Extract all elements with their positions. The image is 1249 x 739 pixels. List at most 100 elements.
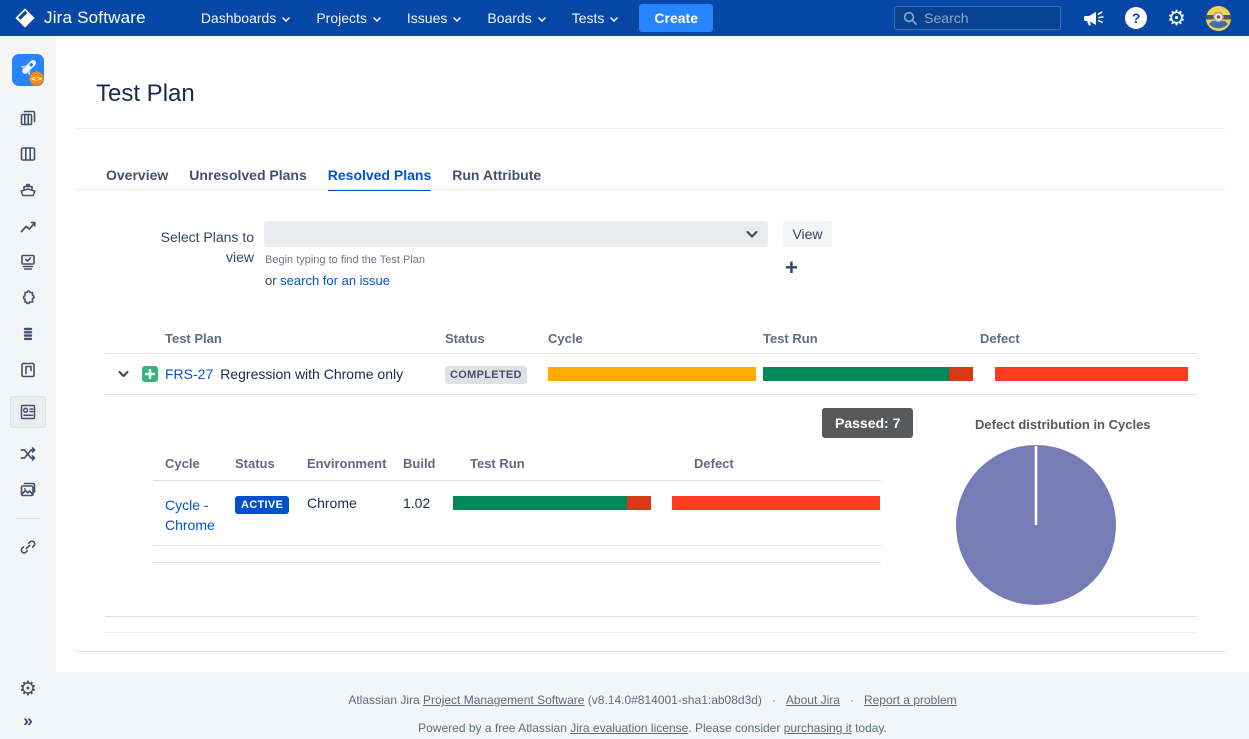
sidebar-item-board[interactable]: [10, 144, 46, 164]
sidebar-item-addons[interactable]: [10, 288, 46, 308]
announcements-button[interactable]: [1081, 7, 1105, 29]
pie-chart-title: Defect distribution in Cycles: [975, 417, 1151, 432]
bar-segment-open: [672, 496, 880, 510]
page-footer: Atlassian Jira Project Management Softwa…: [56, 672, 1249, 739]
sidebar-item-structure[interactable]: [10, 324, 46, 344]
test-plan-select[interactable]: [264, 221, 768, 247]
bar-segment-open: [995, 367, 1188, 381]
expanded-plan-panel: Passed: 7 Defect distribution in Cycles …: [105, 395, 1197, 617]
defect-progress-bar[interactable]: [995, 367, 1188, 381]
cycle-progress-bar[interactable]: [548, 367, 756, 381]
defect-distribution-pie[interactable]: [956, 445, 1116, 605]
col-build: Build: [403, 456, 453, 471]
col-environment: Environment: [307, 456, 403, 471]
test-plan-issue-icon: [142, 366, 158, 382]
page-title: Test Plan: [96, 80, 195, 108]
main-content: Test Plan Overview Unresolved Plans Reso…: [56, 36, 1249, 739]
cycle-test-run-bar[interactable]: [453, 496, 651, 510]
search-icon: [903, 11, 917, 25]
title-divider: [75, 128, 1225, 129]
puzzle-icon: [18, 288, 38, 308]
cycles-table: Cycle Status Environment Build Test Run …: [153, 456, 881, 563]
search-input[interactable]: [924, 10, 1052, 26]
chevron-down-icon: [453, 17, 461, 22]
backlog-icon: [18, 108, 38, 128]
col-status: Status: [235, 456, 307, 471]
admin-settings-button[interactable]: ⚙: [1167, 8, 1186, 29]
plan-row: FRS-27 Regression with Chrome only COMPL…: [105, 354, 1197, 395]
contact-card-icon: [18, 402, 38, 422]
sidebar-item-backlog[interactable]: [10, 108, 46, 128]
purchasing-link[interactable]: purchasing it: [784, 721, 852, 735]
project-avatar[interactable]: <>: [12, 54, 44, 86]
bar-segment-failed: [949, 367, 973, 381]
board-columns-icon: [18, 144, 38, 164]
footer-line-1: Atlassian Jira Project Management Softwa…: [56, 693, 1249, 707]
tab-run-attribute[interactable]: Run Attribute: [452, 167, 541, 191]
chevron-down-icon: [610, 17, 618, 22]
environment-value: Chrome: [307, 495, 403, 511]
add-plan-button[interactable]: +: [785, 257, 798, 279]
megaphone-icon: [1081, 7, 1105, 29]
sidebar-item-link[interactable]: [10, 537, 46, 557]
avatar-minion-icon: [1206, 6, 1231, 31]
search-for-issue-link[interactable]: search for an issue: [280, 273, 390, 288]
col-cycle: Cycle: [153, 456, 235, 471]
cycle-link[interactable]: Cycle - Chrome: [165, 495, 225, 535]
rocket-project-icon: <>: [12, 54, 44, 86]
gear-icon: ⚙: [1167, 8, 1186, 29]
shuffle-icon: [18, 444, 38, 464]
sidebar-divider: [15, 518, 41, 519]
chevron-down-icon: [538, 17, 546, 22]
col-test-plan: Test Plan: [105, 331, 445, 346]
search-box: [894, 6, 1061, 30]
col-defect: Defect: [980, 331, 1197, 346]
test-run-progress-bar[interactable]: [763, 367, 973, 381]
sidebar-item-shuffle[interactable]: [10, 444, 46, 464]
nav-tests[interactable]: Tests: [559, 0, 632, 36]
help-button[interactable]: ?: [1125, 7, 1147, 29]
tab-overview[interactable]: Overview: [106, 167, 168, 191]
plans-table-header: Test Plan Status Cycle Test Run Defect: [105, 325, 1197, 354]
nav-boards[interactable]: Boards: [474, 0, 558, 36]
bar-segment-passed: [763, 367, 949, 381]
create-button[interactable]: Create: [639, 4, 713, 32]
tab-resolved-plans[interactable]: Resolved Plans: [328, 167, 432, 191]
bar-segment-failed: [627, 496, 651, 510]
line-chart-icon: [18, 216, 38, 236]
issue-key-link[interactable]: FRS-27: [165, 366, 213, 382]
evaluation-license-link[interactable]: Jira evaluation license: [570, 721, 688, 735]
project-settings-gear-icon[interactable]: ⚙: [19, 678, 37, 698]
nav-projects[interactable]: Projects: [303, 0, 394, 36]
monitor-check-icon: [18, 252, 38, 272]
dot-separator: ·: [850, 693, 854, 707]
plans-table: Test Plan Status Cycle Test Run Defect F…: [105, 325, 1197, 633]
user-avatar[interactable]: [1206, 6, 1231, 31]
sidebar-item-pages[interactable]: [10, 360, 46, 380]
sidebar-item-reports[interactable]: [10, 216, 46, 236]
sidebar-item-test-plan-board[interactable]: [10, 396, 46, 428]
col-test-run: Test Run: [763, 331, 980, 346]
link-icon: [18, 537, 38, 557]
chevron-down-icon: [373, 17, 381, 22]
report-problem-link[interactable]: Report a problem: [864, 693, 957, 707]
row-expander-chevron[interactable]: [118, 371, 135, 378]
view-button[interactable]: View: [783, 221, 832, 247]
passed-tooltip: Passed: 7: [822, 408, 913, 438]
nav-dashboards[interactable]: Dashboards: [188, 0, 304, 36]
cycle-defect-bar[interactable]: [672, 496, 880, 510]
collapse-sidebar-icon[interactable]: »: [23, 712, 32, 729]
about-jira-link[interactable]: About Jira: [786, 693, 840, 707]
col-defect: Defect: [672, 456, 881, 471]
jira-logo[interactable]: Jira Software: [14, 7, 146, 29]
sidebar-item-media[interactable]: [10, 480, 46, 500]
tab-unresolved-plans[interactable]: Unresolved Plans: [189, 167, 307, 191]
sidebar-item-releases[interactable]: [10, 180, 46, 200]
footer-line-2: Powered by a free Atlassian Jira evaluat…: [56, 721, 1249, 735]
pms-link[interactable]: Project Management Software: [423, 693, 584, 707]
nav-issues[interactable]: Issues: [394, 0, 474, 36]
sidebar-item-test-sessions[interactable]: [10, 252, 46, 272]
stacked-list-icon: [18, 324, 38, 344]
cycle-row: Cycle - Chrome ACTIVE Chrome 1.02: [153, 481, 881, 546]
select-plans-label: Select Plans to view: [146, 227, 254, 267]
